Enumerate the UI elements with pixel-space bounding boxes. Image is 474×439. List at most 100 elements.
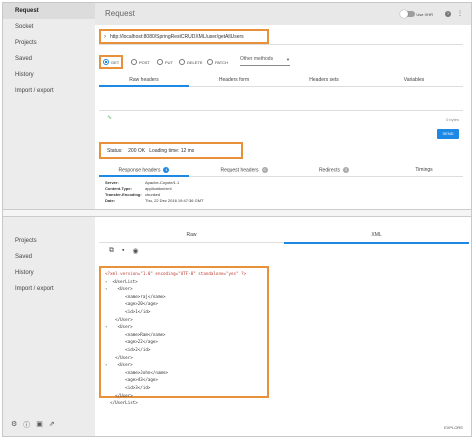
info-icon[interactable]: ⓘ bbox=[23, 420, 30, 430]
screenshot-divider bbox=[3, 209, 471, 217]
response-main: Raw XML ⧉ ▪ ◉ <?xml version="1.0" encodi… bbox=[95, 217, 471, 436]
sidebar-footer: ⚙ ⓘ ▣ ⇗ bbox=[11, 420, 55, 430]
sidebar-item-saved[interactable]: Saved bbox=[3, 249, 95, 265]
xml-line: ▾ <User> bbox=[105, 323, 263, 331]
sidebar: Projects Saved History Import / export ⚙… bbox=[3, 217, 95, 436]
tab-raw-headers[interactable]: Raw headers bbox=[99, 77, 189, 87]
xml-line: <name>raj</name> bbox=[105, 293, 166, 299]
sidebar-item-history[interactable]: History bbox=[3, 67, 95, 83]
method-put[interactable]: PUT bbox=[157, 59, 173, 65]
xml-line: </User> bbox=[105, 354, 133, 360]
request-panel: Request Socket Projects Saved History Im… bbox=[3, 3, 471, 209]
xml-line: <?xml version="1.0" encoding="UTF-8" sta… bbox=[105, 271, 247, 276]
url-input[interactable]: › http://localhost:8080/SpringRestCRUDXM… bbox=[99, 29, 269, 44]
help-icon[interactable]: ? bbox=[445, 11, 451, 17]
copy-icon[interactable]: ⧉ bbox=[109, 247, 114, 255]
sidebar-item-projects[interactable]: Projects bbox=[3, 233, 95, 249]
header-value: application/xml bbox=[145, 186, 172, 191]
method-selector: GET POST PUT DELETE PATCH Other methods ▼ bbox=[99, 55, 471, 69]
header-key: Date: bbox=[105, 198, 116, 203]
method-get[interactable]: GET bbox=[103, 59, 119, 65]
tab-variables[interactable]: Variables bbox=[369, 77, 459, 83]
request-main: Request Use XHR ? ⋮ › http://localhost:8… bbox=[95, 3, 471, 209]
tab-headers-form[interactable]: Headers form bbox=[189, 77, 279, 83]
count-badge: 0 bbox=[261, 167, 268, 173]
method-delete[interactable]: DELETE bbox=[179, 59, 203, 65]
external-link-icon[interactable]: ⇗ bbox=[49, 420, 55, 430]
tab-label: Response headers bbox=[118, 167, 161, 174]
tab-xml[interactable]: XML bbox=[284, 232, 469, 244]
xml-line: <name>John</name> bbox=[105, 369, 169, 375]
sidebar-item-import-export[interactable]: Import / export bbox=[3, 281, 95, 297]
sidebar-item-request[interactable]: Request bbox=[3, 3, 95, 19]
tab-raw[interactable]: Raw bbox=[99, 232, 284, 238]
xml-line: ▾ <User> bbox=[105, 361, 263, 369]
method-get-label: GET bbox=[111, 59, 120, 65]
settings-icon[interactable]: ⚙ bbox=[11, 420, 17, 430]
chevron-right-icon[interactable]: › bbox=[104, 34, 106, 40]
xhr-toggle[interactable] bbox=[400, 10, 415, 18]
other-methods-select[interactable]: Other methods ▼ bbox=[240, 56, 290, 66]
tab-label: Redirects bbox=[318, 167, 341, 174]
header-value: chunked bbox=[145, 192, 161, 197]
send-button[interactable]: SEND bbox=[437, 129, 459, 139]
header-value: Apache-Coyote/1.1 bbox=[145, 180, 180, 185]
folder-icon[interactable]: ▣ bbox=[36, 420, 43, 430]
radio-icon[interactable] bbox=[157, 59, 163, 65]
xml-line: </User> bbox=[105, 316, 133, 322]
sidebar-item-import-export[interactable]: Import / export bbox=[3, 83, 95, 99]
xml-line: <id>3</id> bbox=[105, 384, 151, 390]
xml-text: <User> bbox=[107, 286, 133, 292]
body-size: 0 bytes bbox=[446, 117, 459, 122]
chevron-down-icon: ▼ bbox=[286, 57, 290, 62]
raw-headers-editor[interactable] bbox=[99, 91, 463, 111]
radio-icon[interactable] bbox=[131, 59, 137, 65]
tab-request-headers[interactable]: Request headers 0 bbox=[199, 167, 289, 173]
count-badge: 4 bbox=[163, 167, 170, 173]
response-tools: ⧉ ▪ ◉ bbox=[109, 247, 139, 255]
method-post[interactable]: POST bbox=[131, 59, 150, 65]
app-window: Request Socket Projects Saved History Im… bbox=[2, 2, 472, 437]
loading-time: Loading time: 12 ms bbox=[149, 148, 195, 154]
sidebar-item-projects[interactable]: Projects bbox=[3, 35, 95, 51]
xml-line: <id>2</id> bbox=[105, 346, 151, 352]
explore-link[interactable]: EXPLORE bbox=[444, 425, 463, 430]
tab-timings[interactable]: Timings bbox=[379, 167, 469, 173]
method-patch-label: PATCH bbox=[215, 59, 228, 65]
tab-redirects[interactable]: Redirects 0 bbox=[289, 167, 379, 173]
response-headers-list: Server: Apache-Coyote/1.1 Content-Type: ap… bbox=[105, 180, 203, 204]
sidebar-item-socket[interactable]: Socket bbox=[3, 19, 95, 35]
count-badge: 0 bbox=[343, 167, 350, 173]
encode-icon[interactable]: ∿ bbox=[107, 114, 112, 121]
status-highlight: Status: 200 OK Loading time: 12 ms bbox=[99, 142, 243, 159]
radio-icon[interactable] bbox=[179, 59, 185, 65]
xml-line: </User> bbox=[105, 392, 133, 398]
xml-line: ▾ <User> bbox=[105, 285, 263, 293]
tab-label: Timings bbox=[415, 167, 433, 173]
tab-headers-sets[interactable]: Headers sets bbox=[279, 77, 369, 83]
eye-icon[interactable]: ◉ bbox=[132, 247, 138, 255]
xml-line: <name>Ram</name> bbox=[105, 331, 166, 337]
tab-label: Request headers bbox=[220, 167, 259, 174]
page-title: Request bbox=[105, 9, 135, 18]
xml-response-highlight: <?xml version="1.0" encoding="UTF-8" sta… bbox=[99, 266, 269, 405]
radio-checked-icon[interactable] bbox=[103, 59, 109, 65]
xml-text: <User> bbox=[107, 362, 133, 368]
save-icon[interactable]: ▪ bbox=[122, 247, 124, 255]
method-post-label: POST bbox=[139, 59, 150, 65]
xml-line: </UserList> bbox=[105, 400, 138, 406]
toolbar: Request Use XHR ? ⋮ bbox=[95, 3, 471, 25]
status-label: Status: bbox=[107, 148, 123, 154]
method-put-label: PUT bbox=[165, 59, 173, 65]
xml-text: <User> bbox=[107, 324, 133, 330]
tab-response-headers[interactable]: Response headers 4 bbox=[99, 167, 189, 177]
sidebar: Request Socket Projects Saved History Im… bbox=[3, 3, 95, 209]
format-tabs: Raw XML bbox=[99, 229, 469, 244]
method-patch[interactable]: PATCH bbox=[207, 59, 228, 65]
sidebar-item-saved[interactable]: Saved bbox=[3, 51, 95, 67]
radio-icon[interactable] bbox=[207, 59, 213, 65]
menu-icon[interactable]: ⋮ bbox=[457, 10, 463, 17]
response-tabs: Response headers 4 Request headers 0 Redir… bbox=[99, 165, 463, 177]
sidebar-item-history[interactable]: History bbox=[3, 265, 95, 281]
xml-line: ▾ <UserList> bbox=[105, 278, 263, 286]
